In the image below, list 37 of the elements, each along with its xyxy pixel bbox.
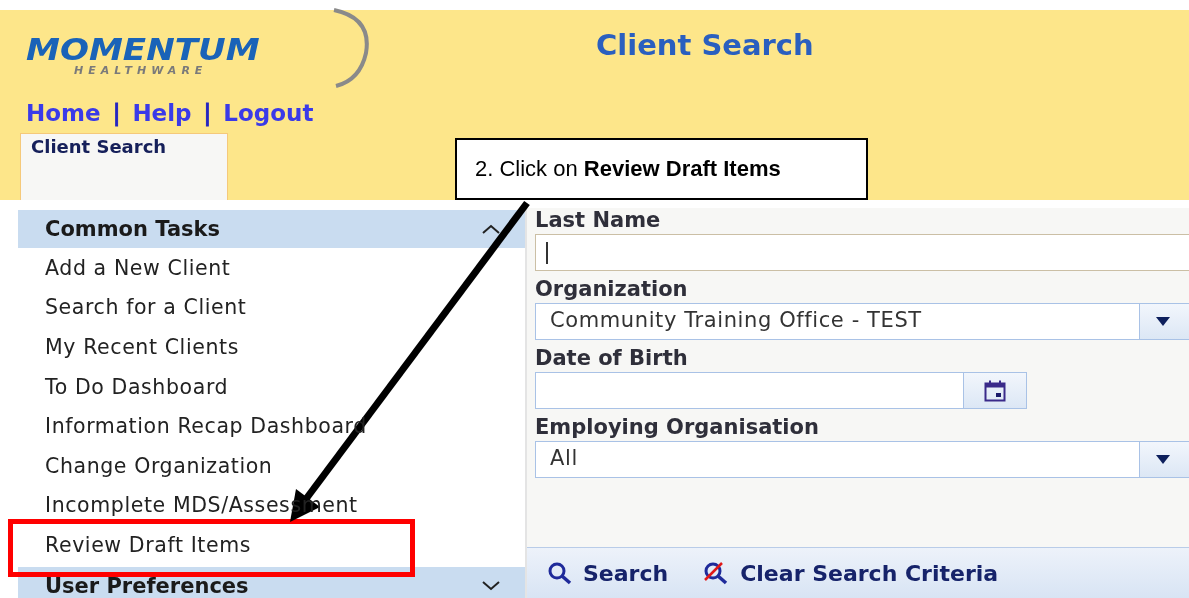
logo-tagline: HEALTHWARE [74, 65, 208, 76]
tab[interactable]: Client Search [20, 133, 228, 200]
date-field[interactable] [535, 372, 964, 409]
field-label: Organization [535, 277, 689, 301]
nav-link[interactable]: Logout [223, 100, 314, 126]
input-field[interactable] [535, 234, 1189, 271]
caret-icon [1156, 317, 1170, 326]
task-link[interactable]: Change Organization [45, 453, 273, 478]
section-title: User Preferences [45, 573, 249, 598]
search-button[interactable]: Search [547, 560, 669, 586]
task-link[interactable]: My Recent Clients [45, 335, 239, 359]
clear-button[interactable]: Clear Search Criteria [702, 560, 999, 586]
task-link[interactable]: Review Draft Items [45, 532, 251, 557]
dropdown-button[interactable] [1140, 303, 1189, 340]
nav-separator: | [203, 100, 212, 126]
section-header[interactable]: Common Tasks [18, 210, 525, 248]
search-icon [547, 561, 573, 585]
task-link[interactable]: Add a New Client [45, 255, 231, 280]
logo-arc-icon [332, 8, 372, 88]
nav-link[interactable]: Help [132, 100, 192, 126]
field-label: Date of Birth [535, 346, 689, 370]
section-title: Common Tasks [45, 217, 221, 241]
field-label: Last Name [535, 208, 662, 232]
logo-wordmark: MOMENTUM [26, 34, 260, 65]
dropdown-field[interactable]: All [535, 441, 1140, 478]
dropdown-field[interactable]: Community Training Office - TEST [535, 303, 1140, 340]
page-title: Client Search [596, 28, 814, 62]
caret-icon [1156, 455, 1170, 464]
task-link[interactable]: To Do Dashboard [45, 374, 229, 399]
calendar-icon [984, 379, 1006, 402]
nav-link[interactable]: Home [26, 100, 101, 126]
dropdown-button[interactable] [1140, 441, 1189, 478]
calendar-button[interactable] [964, 372, 1027, 409]
callout-box: 2. Click on Review Draft Items [455, 138, 868, 200]
task-link[interactable]: Search for a Client [45, 295, 247, 320]
field-label: Employing Organisation [535, 415, 820, 439]
nav-separator: | [112, 100, 121, 126]
